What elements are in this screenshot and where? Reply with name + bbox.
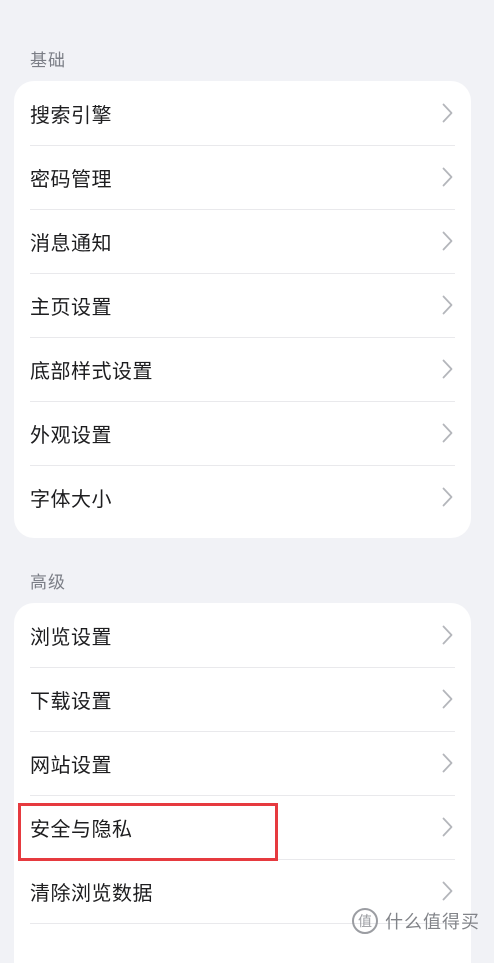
settings-item-label: 搜索引擎 bbox=[30, 102, 112, 127]
settings-item-label: 安全与隐私 bbox=[30, 816, 133, 841]
settings-item-homepage[interactable]: 主页设置 bbox=[14, 273, 471, 337]
smzdm-logo-icon: 值 bbox=[352, 908, 378, 934]
chevron-right-icon bbox=[442, 817, 453, 837]
settings-item-label: 浏览设置 bbox=[30, 624, 112, 649]
settings-card-basic: 搜索引擎 密码管理 消息通知 主页设置 底部样式设置 外观设置 字体大小 bbox=[14, 81, 471, 538]
settings-item-notifications[interactable]: 消息通知 bbox=[14, 209, 471, 273]
settings-item-label: 密码管理 bbox=[30, 166, 112, 191]
settings-item-label: 清除浏览数据 bbox=[30, 880, 153, 905]
settings-item-downloads[interactable]: 下载设置 bbox=[14, 667, 471, 731]
watermark-text: 什么值得买 bbox=[385, 912, 480, 933]
settings-item-label: 下载设置 bbox=[30, 688, 112, 713]
section-title-advanced: 高级 bbox=[30, 573, 66, 593]
settings-item-site-settings[interactable]: 网站设置 bbox=[14, 731, 471, 795]
settings-item-bottom-style[interactable]: 底部样式设置 bbox=[14, 337, 471, 401]
chevron-right-icon bbox=[442, 753, 453, 773]
settings-item-label: 主页设置 bbox=[30, 294, 112, 319]
chevron-right-icon bbox=[442, 359, 453, 379]
settings-item-password-manager[interactable]: 密码管理 bbox=[14, 145, 471, 209]
settings-item-font-size[interactable]: 字体大小 bbox=[14, 465, 471, 529]
chevron-right-icon bbox=[442, 295, 453, 315]
settings-item-label: 字体大小 bbox=[30, 486, 112, 511]
settings-item-search-engine[interactable]: 搜索引擎 bbox=[14, 81, 471, 145]
chevron-right-icon bbox=[442, 487, 453, 507]
settings-item-security-privacy[interactable]: 安全与隐私 bbox=[14, 795, 471, 859]
settings-item-browsing[interactable]: 浏览设置 bbox=[14, 603, 471, 667]
settings-item-label: 外观设置 bbox=[30, 422, 112, 447]
settings-item-appearance[interactable]: 外观设置 bbox=[14, 401, 471, 465]
watermark: 值 什么值得买 bbox=[351, 907, 480, 935]
settings-item-label: 底部样式设置 bbox=[30, 358, 153, 383]
chevron-right-icon bbox=[442, 881, 453, 901]
chevron-right-icon bbox=[442, 103, 453, 123]
settings-item-label: 网站设置 bbox=[30, 752, 112, 777]
chevron-right-icon bbox=[442, 625, 453, 645]
chevron-right-icon bbox=[442, 167, 453, 187]
chevron-right-icon bbox=[442, 231, 453, 251]
section-title-basic: 基础 bbox=[30, 51, 66, 71]
chevron-right-icon bbox=[442, 689, 453, 709]
svg-text:值: 值 bbox=[358, 914, 372, 930]
settings-item-label: 消息通知 bbox=[30, 230, 112, 255]
chevron-right-icon bbox=[442, 423, 453, 443]
